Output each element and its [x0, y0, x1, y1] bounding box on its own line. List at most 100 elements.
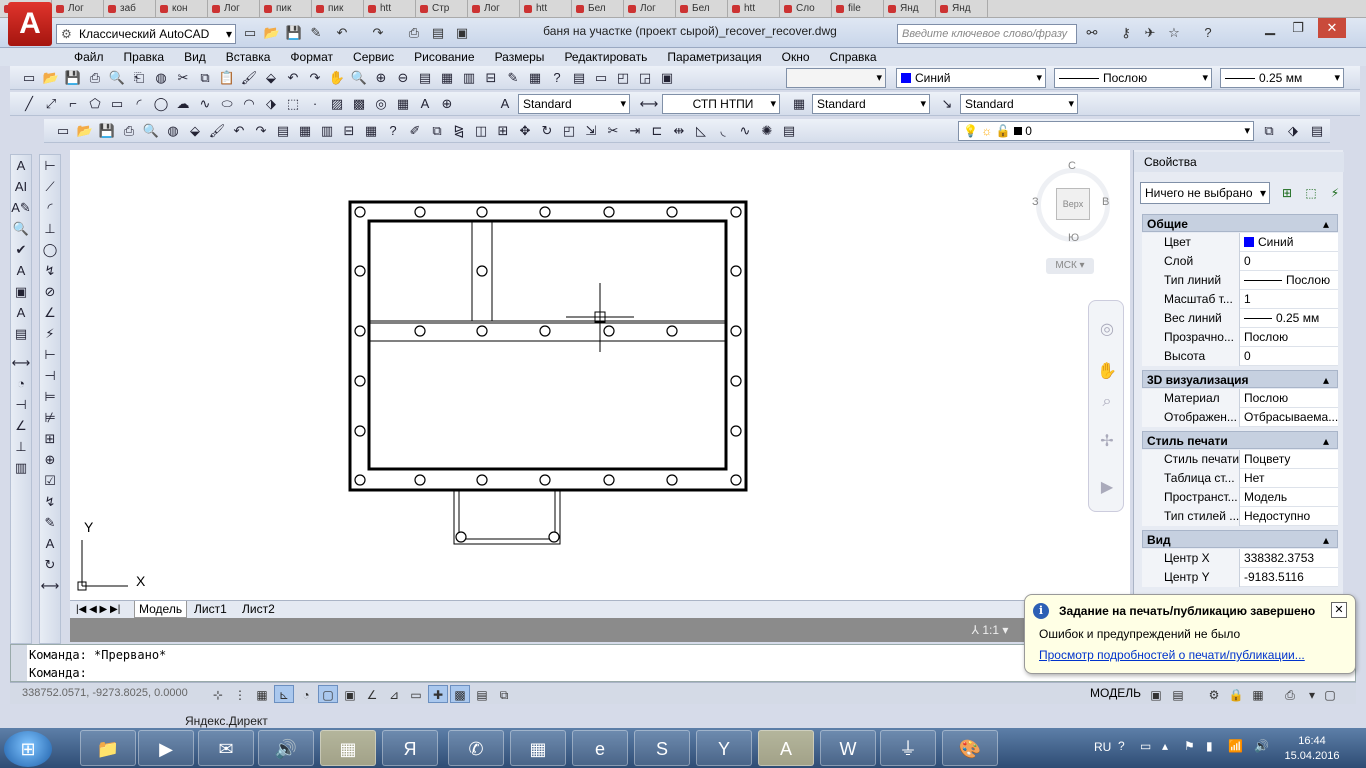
new-file-icon[interactable]: ▭	[240, 23, 260, 43]
undo-icon[interactable]: ↶	[229, 121, 249, 141]
workspace-switch-icon[interactable]: ⚙	[1204, 685, 1224, 703]
dim-update-icon[interactable]: ↻	[40, 554, 60, 575]
arc-length-icon[interactable]: ◜	[40, 197, 60, 218]
menu-item-10[interactable]: Параметризация	[657, 48, 771, 66]
media-player-icon[interactable]: ▶	[138, 730, 194, 766]
layer-combo[interactable]: 💡 ☼ 🔓 0	[958, 121, 1254, 141]
pile-circle[interactable]	[539, 325, 551, 337]
viewcube-north[interactable]: С	[1068, 160, 1076, 172]
viewcube-top-face[interactable]: Верх	[1056, 188, 1090, 220]
drawing-svg[interactable]: Y X	[70, 150, 1130, 600]
dim-style-icon[interactable]: ⟷	[639, 94, 659, 114]
match-icon[interactable]: 🖌	[207, 121, 227, 141]
redo-icon[interactable]: ↷	[251, 121, 271, 141]
pile-circle[interactable]	[730, 425, 742, 437]
mirror-icon[interactable]: ⧎	[449, 121, 469, 141]
polyline-icon[interactable]: ⌐	[63, 94, 83, 114]
annotation-scale[interactable]: ⅄ 1:1 ▾	[960, 618, 1020, 642]
markup-icon[interactable]: ✎	[503, 68, 523, 88]
sheet-set-icon[interactable]: ⊟	[339, 121, 359, 141]
tolerance-icon[interactable]: ▥	[11, 457, 31, 478]
publish-icon[interactable]: ⎗	[129, 68, 149, 88]
text-style-icon[interactable]: A	[495, 94, 515, 114]
pile-circle[interactable]	[603, 474, 615, 486]
ellipse-arc-icon[interactable]: ◠	[239, 94, 259, 114]
print-preview-icon[interactable]: 🔍	[107, 68, 127, 88]
lineweight-combo[interactable]: 0.25 мм	[1220, 68, 1344, 88]
pile-circle[interactable]	[476, 206, 488, 218]
language-indicator[interactable]: RU	[1094, 740, 1111, 754]
lineweight-toggle-icon[interactable]: ✚	[428, 685, 448, 703]
property-row[interactable]: Прозрачно... Послою	[1142, 328, 1338, 347]
cut-icon[interactable]: ✂	[173, 68, 193, 88]
stretch-icon[interactable]: ⇲	[581, 121, 601, 141]
dim-style-combo[interactable]: СТП НТПИ	[662, 94, 780, 114]
acrobat-icon[interactable]: ⏚	[880, 730, 936, 766]
quick-select-icon[interactable]: ⚡	[1324, 183, 1346, 203]
show-desktop-tray-icon[interactable]: ▭	[1140, 739, 1151, 753]
revcloud-icon[interactable]: ☁	[173, 94, 193, 114]
plot-icon[interactable]: ⎙	[404, 23, 424, 43]
radius-dim-icon[interactable]: ◔	[11, 373, 31, 394]
diameter-icon[interactable]: ⊘	[40, 281, 60, 302]
autocad-taskbar-icon[interactable]: A	[758, 730, 814, 766]
binoculars-icon[interactable]: ⚯	[1082, 23, 1102, 43]
linear-icon[interactable]: ⊢	[40, 155, 60, 176]
redo-icon[interactable]: ↷	[368, 23, 388, 43]
pile-circle[interactable]	[354, 325, 366, 337]
pile-circle[interactable]	[476, 474, 488, 486]
quick-properties-icon[interactable]: ▤	[472, 685, 492, 703]
quick-view-drawings-icon[interactable]: ▤	[1168, 685, 1188, 703]
skype-icon[interactable]: S	[634, 730, 690, 766]
property-row[interactable]: Стиль печати Поцвету	[1142, 450, 1338, 469]
pile-circle[interactable]	[476, 265, 488, 277]
calculator-icon[interactable]: ▦	[525, 68, 545, 88]
eset-icon[interactable]: e	[572, 730, 628, 766]
property-value[interactable]: 0.25 мм	[1241, 309, 1338, 328]
pile-circle[interactable]	[730, 206, 742, 218]
first-tab-icon[interactable]: |◀ ◀ ▶ ▶|	[72, 601, 124, 618]
open-icon[interactable]: 📂	[75, 121, 95, 141]
toolbar-lock-icon[interactable]: 🔒	[1226, 685, 1246, 703]
properties-icon[interactable]: ▤	[415, 68, 435, 88]
angle-dim-icon[interactable]: ∠	[11, 415, 31, 436]
new-icon[interactable]: ▭	[53, 121, 73, 141]
viewcube-south[interactable]: Ю	[1068, 232, 1079, 244]
tool-palettes-icon[interactable]: ▥	[459, 68, 479, 88]
menu-item-9[interactable]: Редактировать	[554, 48, 657, 66]
pile-circle[interactable]	[354, 474, 366, 486]
rectangle-icon[interactable]: ▭	[107, 94, 127, 114]
status-menu-icon[interactable]: ▾	[1302, 685, 1322, 703]
3d-dwf-icon[interactable]: ⬙	[185, 121, 205, 141]
dim-space-icon[interactable]: ⊨	[40, 386, 60, 407]
linetype-combo[interactable]: Послою	[1054, 68, 1212, 88]
minimize-icon[interactable]: ▁	[1256, 18, 1284, 38]
text-style-icon[interactable]: A	[11, 260, 31, 281]
match-properties-icon[interactable]: 🖌	[239, 68, 259, 88]
pile-circle[interactable]	[354, 425, 366, 437]
paint-icon[interactable]: 🎨	[942, 730, 998, 766]
pan-hand-icon[interactable]: ✋	[1096, 361, 1118, 383]
mleader-style-combo[interactable]: Standard	[960, 94, 1078, 114]
continue-icon[interactable]: ⊣	[40, 365, 60, 386]
otrack-icon[interactable]: ∠	[362, 685, 382, 703]
edit-text-icon[interactable]: A✎	[11, 197, 31, 218]
pile-circle[interactable]	[603, 325, 615, 337]
convert-space-icon[interactable]: ▤	[11, 323, 31, 344]
pile-circle[interactable]	[476, 325, 488, 337]
property-row[interactable]: Таблица ст... Нет	[1142, 469, 1338, 488]
layer-state-icon[interactable]: ▤	[1307, 121, 1327, 141]
save-icon[interactable]: 💾	[63, 68, 83, 88]
dim-style-icon[interactable]: ⟷	[40, 575, 60, 596]
viber-icon[interactable]: ✆	[448, 730, 504, 766]
floor-plan[interactable]	[348, 200, 748, 545]
grid-icon[interactable]: ▦	[252, 685, 272, 703]
jogged-linear-icon[interactable]: ↯	[40, 491, 60, 512]
property-row[interactable]: Отображен... Отбрасываема...	[1142, 408, 1338, 427]
help-icon[interactable]: ?	[1198, 23, 1218, 43]
print-icon[interactable]: ⎙	[119, 121, 139, 141]
chamfer-icon[interactable]: ◺	[691, 121, 711, 141]
center-mark-icon[interactable]: ⊕	[40, 449, 60, 470]
search-input[interactable]: Введите ключевое слово/фразу	[897, 24, 1077, 44]
property-group-header[interactable]: Стиль печати	[1142, 431, 1338, 450]
